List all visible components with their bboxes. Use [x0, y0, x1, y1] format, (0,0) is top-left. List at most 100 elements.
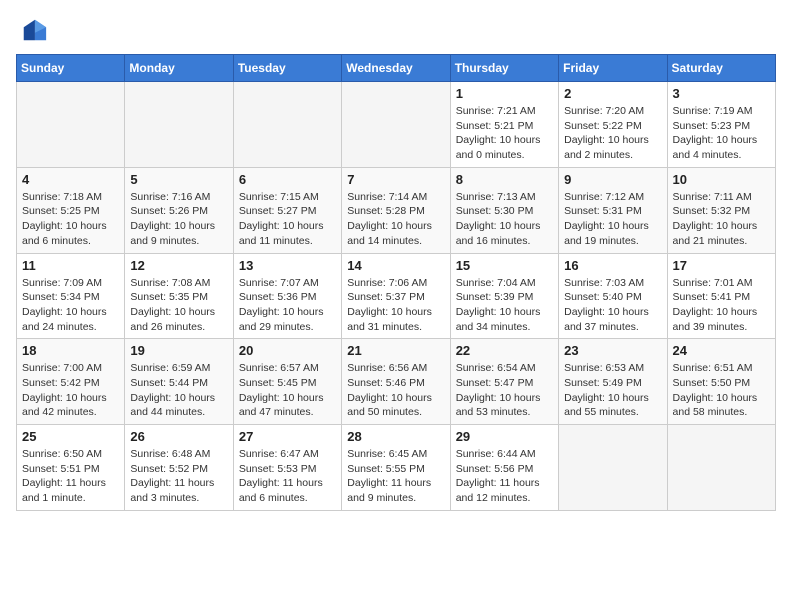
- day-info: Sunrise: 6:57 AMSunset: 5:45 PMDaylight:…: [239, 361, 336, 420]
- day-info: Sunrise: 7:15 AMSunset: 5:27 PMDaylight:…: [239, 190, 336, 249]
- table-row: 20 Sunrise: 6:57 AMSunset: 5:45 PMDayligh…: [233, 339, 341, 425]
- day-number: 11: [22, 258, 119, 273]
- day-info: Sunrise: 7:06 AMSunset: 5:37 PMDaylight:…: [347, 276, 444, 335]
- day-info: Sunrise: 6:48 AMSunset: 5:52 PMDaylight:…: [130, 447, 227, 506]
- table-row: 1 Sunrise: 7:21 AMSunset: 5:21 PMDaylight…: [450, 82, 558, 168]
- table-row: 14 Sunrise: 7:06 AMSunset: 5:37 PMDayligh…: [342, 253, 450, 339]
- day-number: 14: [347, 258, 444, 273]
- table-row: [667, 425, 775, 511]
- day-info: Sunrise: 6:44 AMSunset: 5:56 PMDaylight:…: [456, 447, 553, 506]
- calendar-week-row: 25Sunrise: 6:50 AMSunset: 5:51 PMDayligh…: [17, 425, 776, 511]
- day-info: Sunrise: 7:20 AMSunset: 5:22 PMDaylight:…: [564, 104, 661, 163]
- day-number: 24: [673, 343, 770, 358]
- table-row: 15 Sunrise: 7:04 AMSunset: 5:39 PMDayligh…: [450, 253, 558, 339]
- table-row: [342, 82, 450, 168]
- day-info: Sunrise: 6:50 AMSunset: 5:51 PMDaylight:…: [22, 447, 119, 506]
- day-number: 1: [456, 86, 553, 101]
- day-number: 27: [239, 429, 336, 444]
- table-row: 11Sunrise: 7:09 AMSunset: 5:34 PMDayligh…: [17, 253, 125, 339]
- header-row: SundayMondayTuesdayWednesdayThursdayFrid…: [17, 55, 776, 82]
- table-row: 2 Sunrise: 7:20 AMSunset: 5:22 PMDaylight…: [559, 82, 667, 168]
- table-row: 18 Sunrise: 7:00 AMSunset: 5:42 PMDayligh…: [17, 339, 125, 425]
- day-info: Sunrise: 7:19 AMSunset: 5:23 PMDaylight:…: [673, 104, 770, 163]
- day-info: Sunrise: 7:12 AMSunset: 5:31 PMDaylight:…: [564, 190, 661, 249]
- calendar-week-row: 4Sunrise: 7:18 AMSunset: 5:25 PMDaylight…: [17, 167, 776, 253]
- col-header-friday: Friday: [559, 55, 667, 82]
- day-number: 6: [239, 172, 336, 187]
- day-number: 5: [130, 172, 227, 187]
- table-row: [559, 425, 667, 511]
- day-info: Sunrise: 7:16 AMSunset: 5:26 PMDaylight:…: [130, 190, 227, 249]
- table-row: 17 Sunrise: 7:01 AMSunset: 5:41 PMDayligh…: [667, 253, 775, 339]
- table-row: 23 Sunrise: 6:53 AMSunset: 5:49 PMDayligh…: [559, 339, 667, 425]
- day-info: Sunrise: 7:07 AMSunset: 5:36 PMDaylight:…: [239, 276, 336, 335]
- table-row: 21Sunrise: 6:56 AMSunset: 5:46 PMDayligh…: [342, 339, 450, 425]
- day-number: 12: [130, 258, 227, 273]
- day-info: Sunrise: 7:03 AMSunset: 5:40 PMDaylight:…: [564, 276, 661, 335]
- day-info: Sunrise: 6:59 AMSunset: 5:44 PMDaylight:…: [130, 361, 227, 420]
- day-number: 19: [130, 343, 227, 358]
- calendar-table: SundayMondayTuesdayWednesdayThursdayFrid…: [16, 54, 776, 511]
- day-info: Sunrise: 7:21 AMSunset: 5:21 PMDaylight:…: [456, 104, 553, 163]
- table-row: [125, 82, 233, 168]
- col-header-sunday: Sunday: [17, 55, 125, 82]
- day-info: Sunrise: 6:47 AMSunset: 5:53 PMDaylight:…: [239, 447, 336, 506]
- day-number: 7: [347, 172, 444, 187]
- col-header-thursday: Thursday: [450, 55, 558, 82]
- day-number: 2: [564, 86, 661, 101]
- table-row: 24 Sunrise: 6:51 AMSunset: 5:50 PMDayligh…: [667, 339, 775, 425]
- table-row: 26 Sunrise: 6:48 AMSunset: 5:52 PMDayligh…: [125, 425, 233, 511]
- table-row: [233, 82, 341, 168]
- table-row: 8Sunrise: 7:13 AMSunset: 5:30 PMDaylight…: [450, 167, 558, 253]
- day-number: 20: [239, 343, 336, 358]
- day-number: 10: [673, 172, 770, 187]
- day-number: 16: [564, 258, 661, 273]
- table-row: 10 Sunrise: 7:11 AMSunset: 5:32 PMDayligh…: [667, 167, 775, 253]
- table-row: 7 Sunrise: 7:14 AMSunset: 5:28 PMDaylight…: [342, 167, 450, 253]
- day-number: 13: [239, 258, 336, 273]
- logo: [16, 16, 48, 44]
- calendar-week-row: 1 Sunrise: 7:21 AMSunset: 5:21 PMDaylight…: [17, 82, 776, 168]
- day-info: Sunrise: 6:51 AMSunset: 5:50 PMDaylight:…: [673, 361, 770, 420]
- table-row: 16 Sunrise: 7:03 AMSunset: 5:40 PMDayligh…: [559, 253, 667, 339]
- table-row: 28 Sunrise: 6:45 AMSunset: 5:55 PMDayligh…: [342, 425, 450, 511]
- day-number: 18: [22, 343, 119, 358]
- logo-icon: [20, 16, 48, 44]
- table-row: 29 Sunrise: 6:44 AMSunset: 5:56 PMDayligh…: [450, 425, 558, 511]
- col-header-wednesday: Wednesday: [342, 55, 450, 82]
- day-info: Sunrise: 7:00 AMSunset: 5:42 PMDaylight:…: [22, 361, 119, 420]
- table-row: 19 Sunrise: 6:59 AMSunset: 5:44 PMDayligh…: [125, 339, 233, 425]
- header: [16, 16, 776, 44]
- table-row: 3 Sunrise: 7:19 AMSunset: 5:23 PMDaylight…: [667, 82, 775, 168]
- day-number: 17: [673, 258, 770, 273]
- table-row: 27 Sunrise: 6:47 AMSunset: 5:53 PMDayligh…: [233, 425, 341, 511]
- day-number: 23: [564, 343, 661, 358]
- col-header-monday: Monday: [125, 55, 233, 82]
- day-number: 15: [456, 258, 553, 273]
- calendar-week-row: 11Sunrise: 7:09 AMSunset: 5:34 PMDayligh…: [17, 253, 776, 339]
- col-header-saturday: Saturday: [667, 55, 775, 82]
- day-number: 9: [564, 172, 661, 187]
- day-number: 29: [456, 429, 553, 444]
- calendar-week-row: 18 Sunrise: 7:00 AMSunset: 5:42 PMDayligh…: [17, 339, 776, 425]
- table-row: 5 Sunrise: 7:16 AMSunset: 5:26 PMDaylight…: [125, 167, 233, 253]
- day-info: Sunrise: 7:01 AMSunset: 5:41 PMDaylight:…: [673, 276, 770, 335]
- table-row: 25Sunrise: 6:50 AMSunset: 5:51 PMDayligh…: [17, 425, 125, 511]
- day-info: Sunrise: 7:11 AMSunset: 5:32 PMDaylight:…: [673, 190, 770, 249]
- day-info: Sunrise: 6:54 AMSunset: 5:47 PMDaylight:…: [456, 361, 553, 420]
- day-number: 21: [347, 343, 444, 358]
- day-number: 3: [673, 86, 770, 101]
- day-number: 26: [130, 429, 227, 444]
- day-info: Sunrise: 6:53 AMSunset: 5:49 PMDaylight:…: [564, 361, 661, 420]
- table-row: 22Sunrise: 6:54 AMSunset: 5:47 PMDayligh…: [450, 339, 558, 425]
- table-row: 9 Sunrise: 7:12 AMSunset: 5:31 PMDaylight…: [559, 167, 667, 253]
- day-info: Sunrise: 7:14 AMSunset: 5:28 PMDaylight:…: [347, 190, 444, 249]
- day-number: 28: [347, 429, 444, 444]
- day-info: Sunrise: 7:04 AMSunset: 5:39 PMDaylight:…: [456, 276, 553, 335]
- day-number: 4: [22, 172, 119, 187]
- table-row: 6 Sunrise: 7:15 AMSunset: 5:27 PMDaylight…: [233, 167, 341, 253]
- table-row: 13 Sunrise: 7:07 AMSunset: 5:36 PMDayligh…: [233, 253, 341, 339]
- day-info: Sunrise: 6:45 AMSunset: 5:55 PMDaylight:…: [347, 447, 444, 506]
- day-number: 8: [456, 172, 553, 187]
- table-row: 4Sunrise: 7:18 AMSunset: 5:25 PMDaylight…: [17, 167, 125, 253]
